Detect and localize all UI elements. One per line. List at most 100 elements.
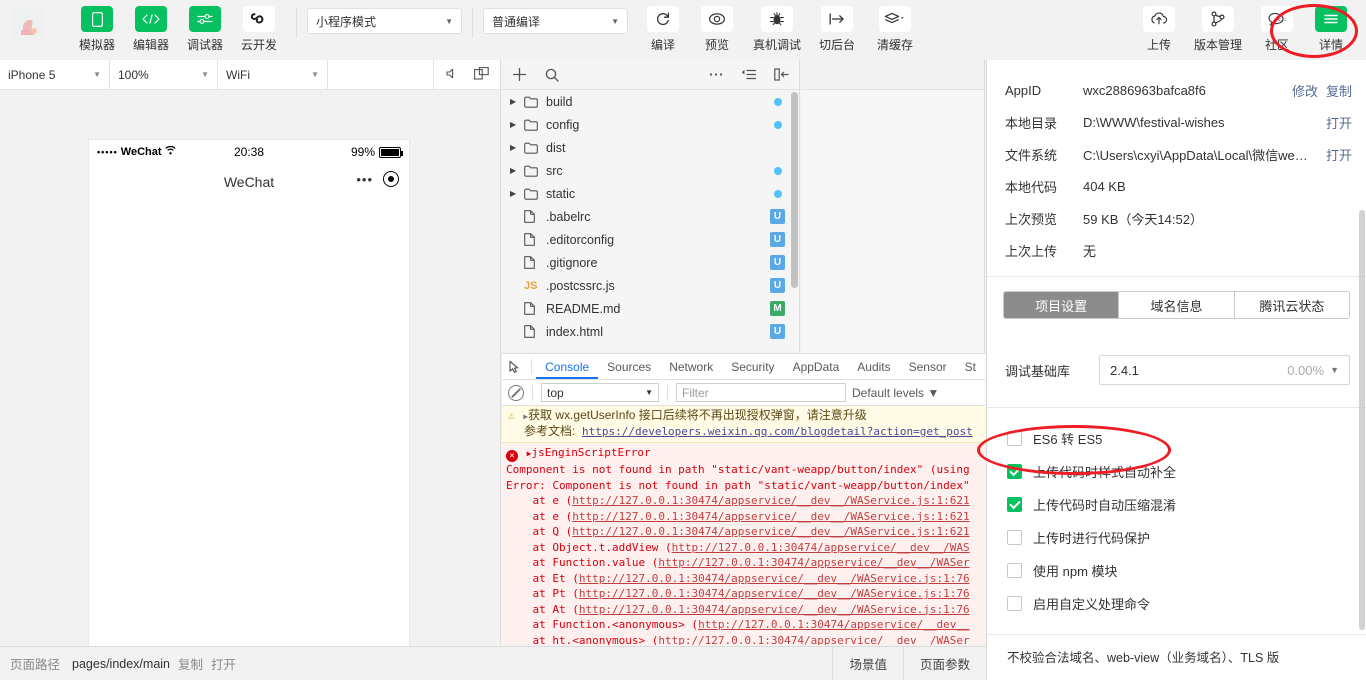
project-option-row[interactable]: 上传代码时样式自动补全 — [987, 455, 1366, 488]
console-context-select[interactable]: top ▼ — [541, 383, 659, 402]
devtools-tab-appdata[interactable]: AppData — [784, 354, 849, 379]
collapse-icon[interactable] — [741, 69, 756, 80]
status-copy-button[interactable]: 复制 — [170, 654, 203, 673]
phone-capsule[interactable]: ••• — [356, 171, 399, 187]
status-open-button[interactable]: 打开 — [203, 654, 236, 673]
console-levels-select[interactable]: Default levels ▼ — [852, 386, 939, 400]
checkbox-checked[interactable] — [1007, 464, 1022, 479]
status-scene-value-button[interactable]: 场景值 — [832, 646, 903, 680]
file-tree-row-src[interactable]: ▶ src — [502, 159, 799, 182]
file-tree-row-index-html[interactable]: index.html U — [502, 320, 799, 343]
file-tree-row--babelrc[interactable]: .babelrc U — [502, 205, 799, 228]
toolbar-button-upload[interactable]: 上传 — [1132, 0, 1186, 53]
toolbar-button-editor[interactable]: 编辑器 — [124, 0, 178, 53]
checkbox-checked[interactable] — [1007, 497, 1022, 512]
compile-target-select[interactable]: 普通编译 ▼ — [483, 8, 628, 34]
console-error-link[interactable]: http://127.0.0.1:30474/appservice/__dev_… — [698, 618, 970, 631]
console-error-link[interactable]: http://127.0.0.1:30474/appservice/__dev_… — [658, 634, 969, 646]
toolbar-button-community[interactable]: </> 社区 — [1250, 0, 1304, 53]
project-info-action-copy[interactable]: 复制 — [1326, 81, 1352, 100]
zoom-select[interactable]: 100% ▼ — [110, 60, 218, 89]
toolbar-button-cloud-dev[interactable]: 云开发 — [232, 0, 286, 53]
project-option-row[interactable]: 上传代码时自动压缩混淆 — [987, 488, 1366, 521]
toolbar-button-simulator[interactable]: 模拟器 — [70, 0, 124, 53]
inspect-element-icon[interactable] — [502, 354, 527, 379]
project-info-action-edit[interactable]: 修改 — [1292, 81, 1318, 100]
expand-arrow-icon[interactable]: ▶ — [510, 143, 524, 152]
devtools-tab-console[interactable]: Console — [536, 354, 598, 379]
toolbar-button-version-management[interactable]: 版本管理 — [1186, 0, 1250, 53]
detail-segment-域名信息[interactable]: 域名信息 — [1119, 292, 1235, 318]
add-icon[interactable] — [512, 67, 527, 82]
file-tree-list[interactable]: ▶ build ▶ config ▶ dist ▶ src ▶ static .babelrc U .e… — [502, 90, 799, 352]
status-page-params-button[interactable]: 页面参数 — [902, 646, 986, 680]
file-tree-row--editorconfig[interactable]: .editorconfig U — [502, 228, 799, 251]
checkbox-unchecked[interactable] — [1007, 563, 1022, 578]
toolbar-button-background[interactable]: 切后台 — [810, 0, 864, 53]
file-tree-scrollbar[interactable] — [791, 92, 798, 288]
more-dots-icon[interactable]: ••• — [356, 172, 373, 187]
file-tree-row-build[interactable]: ▶ build — [502, 90, 799, 113]
compile-mode-select[interactable]: 小程序模式 ▼ — [307, 8, 462, 34]
sidebar-toggle-icon[interactable] — [774, 68, 789, 81]
warning-triangle-icon: ⚠ — [508, 409, 515, 422]
file-tree-row-static[interactable]: ▶ static — [502, 182, 799, 205]
volume-icon[interactable] — [445, 67, 460, 83]
project-option-row[interactable]: 启用自定义处理命令 — [987, 587, 1366, 620]
console-error-link[interactable]: http://127.0.0.1:30474/appservice/__dev_… — [579, 572, 970, 585]
file-tree-row-config[interactable]: ▶ config — [502, 113, 799, 136]
console-error-link[interactable]: http://127.0.0.1:30474/appservice/__dev_… — [572, 510, 969, 523]
console-error-link[interactable]: http://127.0.0.1:30474/appservice/__dev_… — [579, 603, 970, 616]
file-tree-row-readme-md[interactable]: README.md M — [502, 297, 799, 320]
checkbox-unchecked[interactable] — [1007, 596, 1022, 611]
devtools-tab-st[interactable]: St — [956, 354, 985, 379]
file-tree-row--gitignore[interactable]: .gitignore U — [502, 251, 799, 274]
toolbar-button-clear-cache[interactable]: 清缓存 — [864, 0, 926, 53]
toolbar-button-real-device-debug[interactable]: 真机调试 — [744, 0, 810, 53]
project-option-row[interactable]: ES6 转 ES5 — [987, 422, 1366, 455]
console-warning-link[interactable]: https://developers.weixin.qq.com/blogdet… — [582, 425, 973, 438]
console-filter-input[interactable] — [676, 383, 846, 402]
bug-icon — [761, 6, 793, 32]
debug-library-select[interactable]: 2.4.1 0.00% ▼ — [1099, 355, 1350, 385]
detail-segment-项目设置[interactable]: 项目设置 — [1004, 292, 1120, 318]
detail-panel-scrollbar[interactable] — [1359, 210, 1365, 630]
console-error-link[interactable]: http://127.0.0.1:30474/appservice/__dev_… — [572, 494, 969, 507]
console-error-link[interactable]: http://127.0.0.1:30474/appservice/__dev_… — [672, 541, 970, 554]
console-warning-message[interactable]: ⚠ ▶获取 wx.getUserInfo 接口后续将不再出现授权弹窗，请注意升级… — [502, 406, 985, 443]
console-error-link[interactable]: http://127.0.0.1:30474/appservice/__dev_… — [658, 556, 969, 569]
search-icon[interactable] — [545, 68, 559, 82]
devtools-tab-security[interactable]: Security — [722, 354, 783, 379]
project-option-row[interactable]: 使用 npm 模块 — [987, 554, 1366, 587]
file-tree-row-dist[interactable]: ▶ dist — [502, 136, 799, 159]
target-circle-icon[interactable] — [383, 171, 399, 187]
project-info-action-open[interactable]: 打开 — [1326, 145, 1352, 164]
console-error-link[interactable]: http://127.0.0.1:30474/appservice/__dev_… — [572, 525, 969, 538]
detail-segment-腾讯云状态[interactable]: 腾讯云状态 — [1234, 292, 1349, 318]
devtools-tab-sensor[interactable]: Sensor — [900, 354, 956, 379]
file-tree-row--postcssrc-js[interactable]: JS .postcssrc.js U — [502, 274, 799, 297]
console-output[interactable]: ⚠ ▶获取 wx.getUserInfo 接口后续将不再出现授权弹窗，请注意升级… — [502, 406, 985, 645]
devtools-tab-audits[interactable]: Audits — [848, 354, 899, 379]
toolbar-button-compile[interactable]: 编译 — [636, 0, 690, 53]
clear-console-icon[interactable] — [508, 384, 524, 401]
network-select[interactable]: WiFi ▼ — [218, 60, 328, 89]
expand-arrow-icon[interactable]: ▶ — [510, 166, 524, 175]
more-icon[interactable] — [709, 72, 723, 77]
devtools-tab-sources[interactable]: Sources — [598, 354, 660, 379]
toolbar-button-preview[interactable]: 预览 — [690, 0, 744, 53]
checkbox-unchecked[interactable] — [1007, 431, 1022, 446]
device-select[interactable]: iPhone 5 ▼ — [0, 60, 110, 89]
checkbox-unchecked[interactable] — [1007, 530, 1022, 545]
expand-arrow-icon[interactable]: ▶ — [510, 189, 524, 198]
console-error-message[interactable]: ✕ ▶jsEnginScriptError Component is not f… — [502, 443, 985, 645]
console-error-link[interactable]: http://127.0.0.1:30474/appservice/__dev_… — [579, 587, 970, 600]
devtools-tab-network[interactable]: Network — [660, 354, 722, 379]
project-info-action-open[interactable]: 打开 — [1326, 113, 1352, 132]
expand-arrow-icon[interactable]: ▶ — [510, 120, 524, 129]
toolbar-button-details[interactable]: 详情 — [1304, 0, 1358, 53]
project-option-row[interactable]: 上传时进行代码保护 — [987, 521, 1366, 554]
toolbar-button-debugger[interactable]: 调试器 — [178, 0, 232, 53]
rotate-screen-icon[interactable] — [473, 66, 489, 83]
expand-arrow-icon[interactable]: ▶ — [510, 97, 524, 106]
